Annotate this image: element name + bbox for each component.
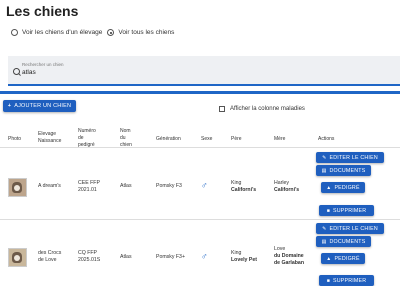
row-divider xyxy=(0,219,400,220)
row2-elevage: des Crocs de Love xyxy=(38,250,61,264)
row2-pedigree-line2: 2025.01S xyxy=(78,257,101,263)
plus-icon: + xyxy=(7,103,12,109)
row2-mere: Love du Domaine de Garlaban xyxy=(274,246,304,267)
row2-nom: Atlas xyxy=(120,254,132,260)
row2-pedigree: CQ FFP 2025.01S xyxy=(78,250,100,264)
row2-pere-line2: Lovely Pet xyxy=(231,257,257,263)
row2-pedigree-line1: CQ FFP xyxy=(78,250,98,256)
show-diseases-checkbox[interactable] xyxy=(219,106,225,112)
header-nom-line2: du xyxy=(120,135,126,141)
add-dog-label: AJOUTER UN CHIEN xyxy=(14,103,72,109)
header-generation: Génération xyxy=(156,136,181,142)
header-nom: Nom du chien xyxy=(120,128,132,149)
header-pedigree: Numéro de pedigré xyxy=(78,128,96,149)
row1-pedigree: CEE FFP 2021.01 xyxy=(78,180,100,194)
radio-all-circle[interactable] xyxy=(107,29,115,36)
header-actions: Actions xyxy=(318,136,335,142)
row1-mere-line2: Californi’s xyxy=(274,187,300,193)
delete-button[interactable]: ■ SUPPRIMER xyxy=(319,275,374,286)
header-pere: Père xyxy=(231,136,242,142)
radio-breeding-circle[interactable] xyxy=(11,29,18,36)
show-diseases-toggle[interactable]: Afficher la colonne maladies xyxy=(219,106,305,112)
row1-pere: King Californi’s xyxy=(231,180,256,194)
row2-pere: King Lovely Pet xyxy=(231,250,257,264)
pedigree-button[interactable]: ▲ PEDIGRÉ xyxy=(321,182,365,193)
row1-elevage: A dream's xyxy=(38,183,61,189)
header-elevage-line2: Naissance xyxy=(38,138,62,144)
dog-photo[interactable] xyxy=(8,248,27,267)
warning-icon: ▲ xyxy=(326,255,332,262)
radio-all-label: Voir tous les chiens xyxy=(118,29,175,36)
document-icon: ▤ xyxy=(321,238,327,245)
search-icon xyxy=(13,68,20,75)
edit-icon: ✎ xyxy=(322,154,327,161)
pedigree-label: PEDIGRÉ xyxy=(334,255,360,262)
row1-nom: Atlas xyxy=(120,183,132,189)
row2-pere-line1: King xyxy=(231,250,242,256)
row1-pedigree-line1: CEE FFP xyxy=(78,180,100,186)
male-icon: ♂ xyxy=(201,251,208,261)
search-label: Rechercher un chien xyxy=(22,62,64,67)
row1-mere: Harley Californi’s xyxy=(274,180,299,194)
documents-label: DOCUMENTS xyxy=(329,238,366,245)
male-icon: ♂ xyxy=(201,180,208,190)
edit-dog-label: EDITER LE CHIEN xyxy=(329,154,378,161)
documents-button[interactable]: ▤ DOCUMENTS xyxy=(316,236,371,247)
radio-all[interactable]: Voir tous les chiens xyxy=(107,29,174,36)
documents-button[interactable]: ▤ DOCUMENTS xyxy=(316,165,371,176)
trash-icon: ■ xyxy=(326,277,330,284)
add-dog-button[interactable]: + AJOUTER UN CHIEN xyxy=(3,100,76,112)
header-divider xyxy=(0,147,400,148)
row2-generation: Pomsky F3+ xyxy=(156,254,185,260)
pedigree-button[interactable]: ▲ PEDIGRÉ xyxy=(321,253,365,264)
row2-mere-line3: de Garlaban xyxy=(274,260,304,266)
header-mere: Mère xyxy=(274,136,286,142)
header-elevage: Elevage Naissance xyxy=(38,131,61,145)
warning-icon: ▲ xyxy=(326,184,332,191)
edit-dog-label: EDITER LE CHIEN xyxy=(329,225,378,232)
pedigree-label: PEDIGRÉ xyxy=(334,184,360,191)
radio-breeding[interactable]: Voir les chiens d'un élevage xyxy=(11,29,102,36)
show-diseases-label: Afficher la colonne maladies xyxy=(230,106,305,112)
header-nom-line1: Nom xyxy=(120,128,131,134)
edit-icon: ✎ xyxy=(322,225,327,232)
row2-mere-line1: Love xyxy=(274,246,286,252)
row1-pere-line1: King xyxy=(231,180,242,186)
header-sexe: Sexe xyxy=(201,136,213,142)
header-elevage-line1: Elevage xyxy=(38,131,57,137)
header-photo: Photo xyxy=(8,136,22,142)
row1-pedigree-line2: 2021.01 xyxy=(78,187,97,193)
dog-photo[interactable] xyxy=(8,178,27,197)
document-icon: ▤ xyxy=(321,167,327,174)
header-pedigree-line2: de xyxy=(78,135,84,141)
row2-mere-line2: du Domaine xyxy=(274,253,304,259)
row2-elevage-line2: de Love xyxy=(38,257,57,263)
header-pedigree-line1: Numéro xyxy=(78,128,96,134)
row1-generation: Pomsky F3 xyxy=(156,183,182,189)
row1-pere-line2: Californi’s xyxy=(231,187,257,193)
row1-mere-line1: Harley xyxy=(274,180,289,186)
trash-icon: ■ xyxy=(326,207,330,214)
edit-dog-button[interactable]: ✎ EDITER LE CHIEN xyxy=(316,223,384,234)
delete-button[interactable]: ■ SUPPRIMER xyxy=(319,205,374,216)
divider-bar xyxy=(0,91,400,94)
radio-breeding-label: Voir les chiens d'un élevage xyxy=(22,29,103,36)
search-input[interactable]: Rechercher un chien atlas xyxy=(8,56,400,86)
documents-label: DOCUMENTS xyxy=(329,167,366,174)
delete-label: SUPPRIMER xyxy=(332,277,367,284)
page-title: Les chiens xyxy=(6,3,79,19)
delete-label: SUPPRIMER xyxy=(332,207,367,214)
edit-dog-button[interactable]: ✎ EDITER LE CHIEN xyxy=(316,152,384,163)
row2-elevage-line1: des Crocs xyxy=(38,250,62,256)
view-options: Voir les chiens d'un élevage Voir tous l… xyxy=(11,29,179,36)
search-value[interactable]: atlas xyxy=(22,69,36,76)
